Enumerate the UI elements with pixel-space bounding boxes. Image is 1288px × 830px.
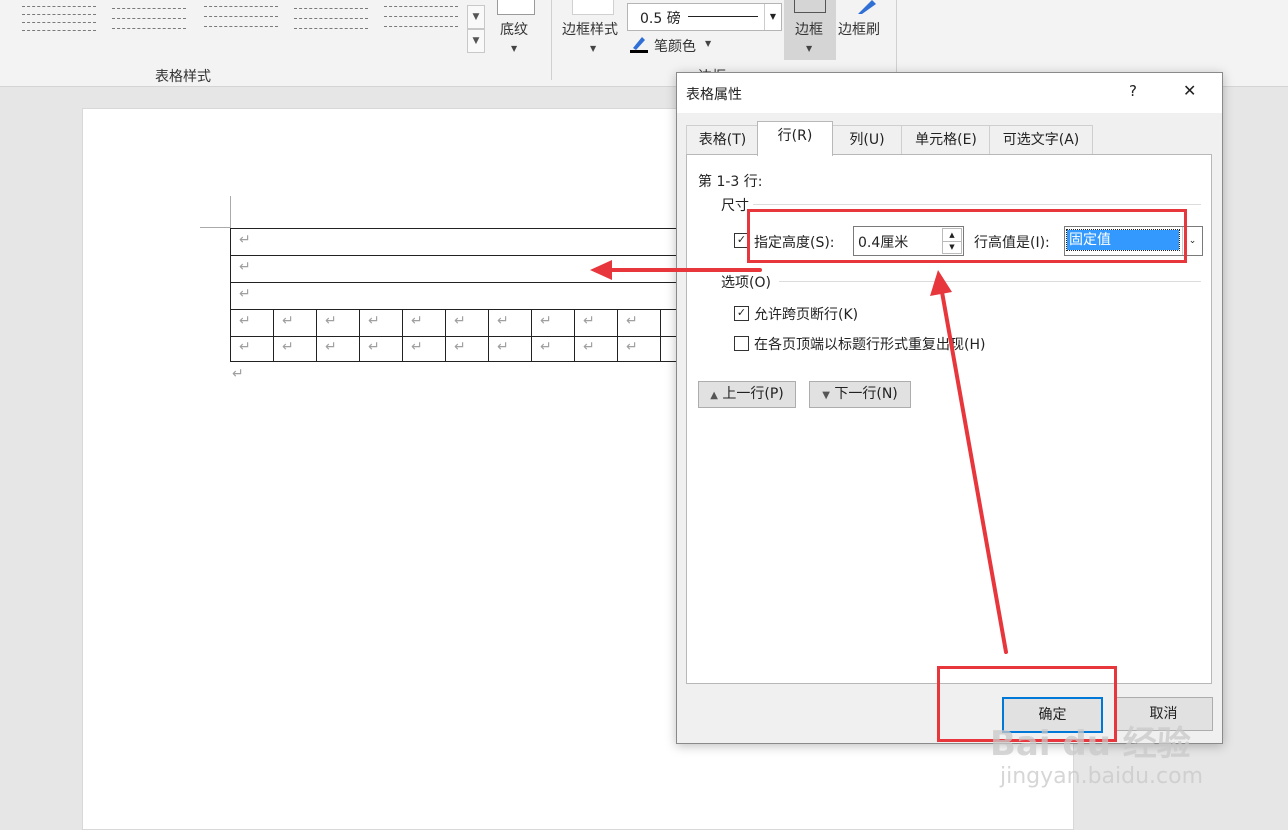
tab-row[interactable]: 行(R) xyxy=(757,121,833,156)
annotation-arrows xyxy=(590,260,1008,654)
tab-label: 行(R) xyxy=(777,128,813,144)
watermark-logo: Bai du 经验 xyxy=(990,724,1191,764)
arrow-head-icon xyxy=(590,260,612,280)
arrow-head-icon xyxy=(930,270,952,296)
arrow-to-height-icon xyxy=(940,290,1008,654)
watermark-url: jingyan.baidu.com xyxy=(1000,764,1204,789)
